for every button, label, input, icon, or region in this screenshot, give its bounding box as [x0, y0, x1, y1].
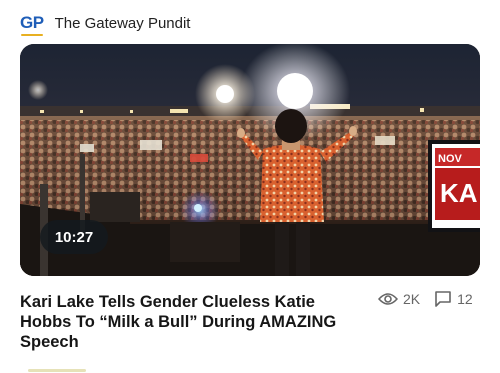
views-stat: 2K	[378, 291, 420, 307]
article-headline[interactable]: Kari Lake Tells Gender Clueless Katie Ho…	[20, 292, 365, 352]
comments-stat[interactable]: 12	[434, 290, 473, 308]
comment-icon	[435, 291, 451, 307]
site-name[interactable]: The Gateway Pundit	[55, 15, 191, 32]
video-duration-badge: 10:27	[40, 220, 108, 254]
eye-icon	[378, 293, 398, 305]
article-stats: 2K 12	[378, 290, 473, 308]
sign-text-top: NOV	[438, 153, 463, 165]
video-thumbnail[interactable]: NOV KA 10:27	[20, 44, 480, 276]
site-header: GP The Gateway Pundit	[20, 11, 191, 36]
comments-count: 12	[457, 291, 473, 307]
sign-text-bottom: KA	[440, 178, 478, 208]
section-divider	[28, 369, 86, 372]
views-count: 2K	[403, 291, 421, 307]
site-logo[interactable]: GP	[20, 13, 44, 36]
